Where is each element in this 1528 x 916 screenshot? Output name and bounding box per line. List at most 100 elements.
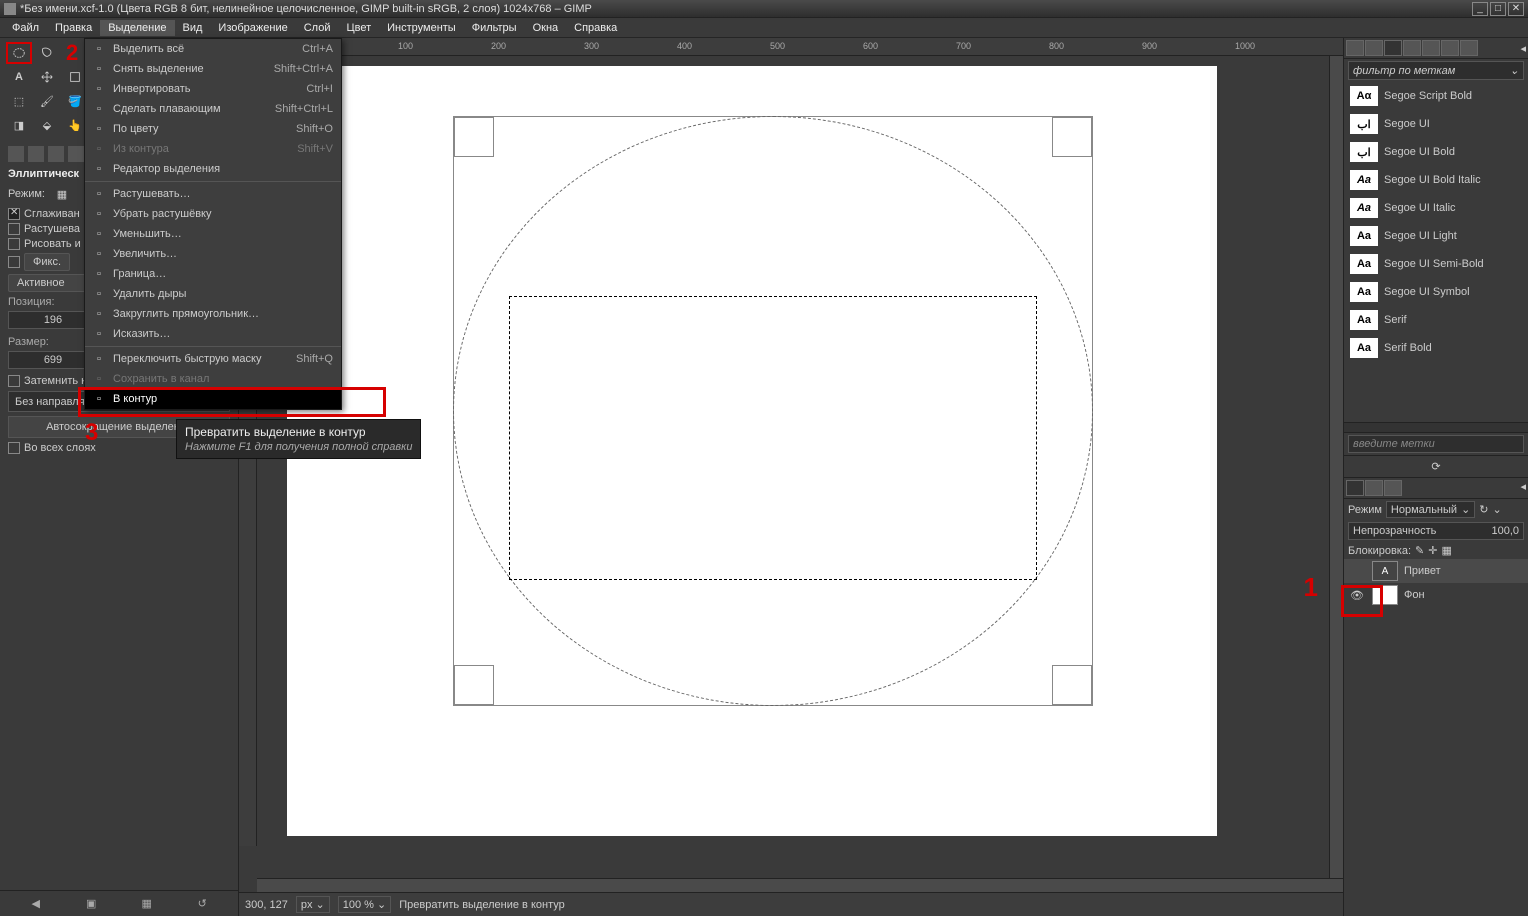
- mode-reset-icon[interactable]: ↻: [1479, 503, 1488, 516]
- tab-5[interactable]: [1422, 40, 1440, 56]
- tab-patterns[interactable]: [1365, 40, 1383, 56]
- status-unit[interactable]: px ⌄: [296, 896, 330, 913]
- maximize-button[interactable]: □: [1490, 2, 1506, 16]
- layer-visibility-icon[interactable]: 👁: [1348, 587, 1366, 603]
- menu-выделение[interactable]: Выделение: [100, 20, 174, 36]
- menuitem[interactable]: ▫Выделить всёCtrl+A: [85, 39, 341, 59]
- menuitem[interactable]: ▫ИнвертироватьCtrl+I: [85, 79, 341, 99]
- font-name: Segoe UI Light: [1384, 230, 1457, 242]
- horizontal-scrollbar[interactable]: [257, 878, 1343, 892]
- menuitem[interactable]: ▫Убрать растушёвку: [85, 204, 341, 224]
- menuitem[interactable]: ▫Уменьшить…: [85, 224, 341, 244]
- status-zoom[interactable]: 100 % ⌄: [338, 896, 391, 913]
- menuitem[interactable]: ▫Сделать плавающимShift+Ctrl+L: [85, 99, 341, 119]
- menuitem[interactable]: ▫Переключить быструю маскуShift+Q: [85, 349, 341, 369]
- menuitem[interactable]: ▫Закруглить прямоугольник…: [85, 304, 341, 324]
- menu-слой[interactable]: Слой: [296, 20, 339, 36]
- eraser-tool[interactable]: ◨: [6, 114, 32, 136]
- menuitem[interactable]: ▫Удалить дыры: [85, 284, 341, 304]
- menu-правка[interactable]: Правка: [47, 20, 100, 36]
- tab-layers[interactable]: [1346, 480, 1364, 496]
- font-item[interactable]: AaSerif Bold: [1344, 334, 1528, 362]
- menuitem[interactable]: ▫Снять выделениеShift+Ctrl+A: [85, 59, 341, 79]
- menuitem[interactable]: ▫В контур: [85, 389, 341, 409]
- close-button[interactable]: ✕: [1508, 2, 1524, 16]
- font-item[interactable]: AaSegoe UI Bold Italic: [1344, 166, 1528, 194]
- menuitem[interactable]: ▫По цветуShift+O: [85, 119, 341, 139]
- menuitem[interactable]: ▫Растушевать…: [85, 184, 341, 204]
- menuitem[interactable]: ▫Граница…: [85, 264, 341, 284]
- font-item[interactable]: AaSegoe UI Italic: [1344, 194, 1528, 222]
- darken-check[interactable]: [8, 375, 20, 387]
- font-tags-input[interactable]: введите метки: [1348, 435, 1524, 453]
- font-filter-input[interactable]: фильтр по меткам⌄: [1348, 61, 1524, 80]
- menuitem[interactable]: ▫Увеличить…: [85, 244, 341, 264]
- font-item[interactable]: ابSegoe UI Bold: [1344, 138, 1528, 166]
- menu-цвет[interactable]: Цвет: [338, 20, 379, 36]
- vertical-scrollbar[interactable]: [1329, 56, 1343, 878]
- tab-fonts[interactable]: [1384, 40, 1402, 56]
- ruler-tick: 500: [770, 41, 785, 51]
- font-item[interactable]: AaSerif: [1344, 306, 1528, 334]
- font-list[interactable]: AαSegoe Script BoldابSegoe UIابSegoe UI …: [1344, 82, 1528, 422]
- layer-row[interactable]: AПривет: [1344, 559, 1528, 583]
- font-item[interactable]: AaSegoe UI Semi-Bold: [1344, 250, 1528, 278]
- tab-brushes[interactable]: [1346, 40, 1364, 56]
- font-scrollbar[interactable]: [1344, 422, 1528, 432]
- font-name: Serif Bold: [1384, 342, 1432, 354]
- mode-replace[interactable]: ▦: [49, 183, 75, 205]
- fixed-button[interactable]: Фикс.: [24, 253, 70, 271]
- font-item[interactable]: AaSegoe UI Light: [1344, 222, 1528, 250]
- minimize-button[interactable]: _: [1472, 2, 1488, 16]
- delete-presets-icon[interactable]: ▦: [138, 896, 156, 912]
- layer-visibility-icon[interactable]: [1348, 563, 1366, 579]
- fixed-check[interactable]: [8, 256, 20, 268]
- font-item[interactable]: AαSegoe Script Bold: [1344, 82, 1528, 110]
- drawfrom-check[interactable]: [8, 238, 20, 250]
- lock-position-icon[interactable]: ✛: [1428, 544, 1437, 557]
- lock-pixels-icon[interactable]: ✎: [1415, 544, 1424, 557]
- alllayers-check[interactable]: [8, 442, 20, 454]
- restore-presets-icon[interactable]: ▣: [82, 896, 100, 912]
- font-item[interactable]: ابSegoe UI: [1344, 110, 1528, 138]
- canvas[interactable]: [287, 66, 1217, 836]
- font-swatch: Aα: [1350, 86, 1378, 106]
- antialias-check[interactable]: [8, 208, 20, 220]
- free-select-tool[interactable]: [34, 42, 60, 64]
- tab-menu-icon[interactable]: ◂: [1520, 42, 1526, 55]
- menu-файл[interactable]: Файл: [4, 20, 47, 36]
- tab-4[interactable]: [1403, 40, 1421, 56]
- reset-presets-icon[interactable]: ↺: [193, 896, 211, 912]
- lock-alpha-icon[interactable]: ▦: [1441, 544, 1451, 557]
- menu-инструменты[interactable]: Инструменты: [379, 20, 464, 36]
- save-presets-icon[interactable]: ◀: [27, 896, 45, 912]
- tab-channels[interactable]: [1365, 480, 1383, 496]
- font-name: Segoe UI Bold Italic: [1384, 174, 1481, 186]
- menu-изображение[interactable]: Изображение: [210, 20, 295, 36]
- menuitem-icon: ▫: [91, 122, 107, 136]
- canvas-viewport[interactable]: [257, 56, 1329, 878]
- menuitem[interactable]: ▫Редактор выделения: [85, 159, 341, 179]
- tab-menu-icon[interactable]: ◂: [1520, 480, 1526, 496]
- ellipse-select-tool[interactable]: [6, 42, 32, 64]
- tab-6[interactable]: [1441, 40, 1459, 56]
- blend-mode-select[interactable]: Нормальный⌄: [1386, 501, 1475, 518]
- ruler-tick: 700: [956, 41, 971, 51]
- tab-paths[interactable]: [1384, 480, 1402, 496]
- menuitem[interactable]: ▫Исказить…: [85, 324, 341, 344]
- menu-справка[interactable]: Справка: [566, 20, 625, 36]
- clone-tool[interactable]: ⬙: [34, 114, 60, 136]
- menu-вид[interactable]: Вид: [175, 20, 211, 36]
- menu-окна[interactable]: Окна: [525, 20, 567, 36]
- transform-tool[interactable]: ⬚: [6, 90, 32, 112]
- refresh-fonts-icon[interactable]: ⟳: [1431, 460, 1440, 473]
- text-tool[interactable]: A: [6, 66, 32, 88]
- menu-фильтры[interactable]: Фильтры: [464, 20, 525, 36]
- move-tool[interactable]: [34, 66, 60, 88]
- paintbrush-tool[interactable]: 🖌: [34, 90, 60, 112]
- opacity-value[interactable]: 100,0: [1491, 525, 1519, 537]
- feather-check[interactable]: [8, 223, 20, 235]
- font-item[interactable]: AaSegoe UI Symbol: [1344, 278, 1528, 306]
- layer-row[interactable]: 👁Фон: [1344, 583, 1528, 607]
- tab-7[interactable]: [1460, 40, 1478, 56]
